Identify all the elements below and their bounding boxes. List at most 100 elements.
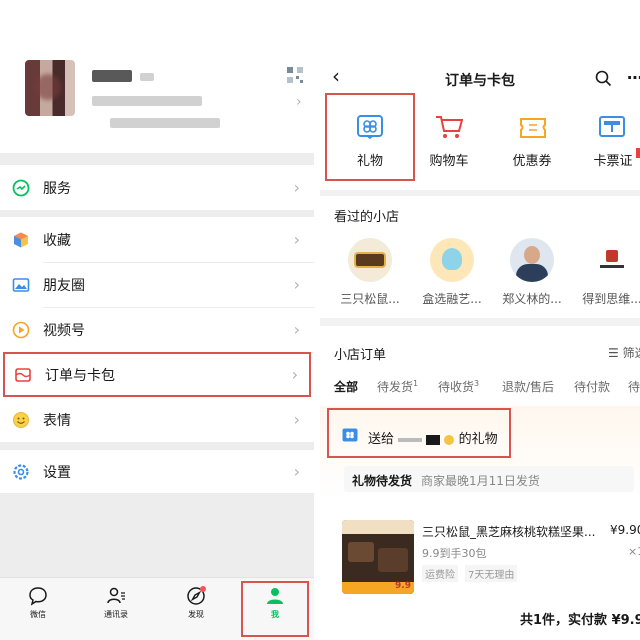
product-title[interactable]: 三只松鼠_黑芝麻核桃软糕坚果... bbox=[422, 523, 602, 540]
stickers-smile-icon bbox=[13, 411, 29, 428]
nickname-redacted-2 bbox=[140, 73, 154, 81]
notification-dot bbox=[636, 148, 640, 158]
order-tab-more[interactable]: 待 bbox=[628, 378, 640, 395]
menu-orders-cards[interactable]: 订单与卡包 › bbox=[3, 352, 311, 397]
menu-favorites[interactable]: 收藏 › bbox=[0, 217, 314, 262]
section-title: 小店订单 bbox=[334, 348, 387, 363]
bottom-tab-bar: 微信 通讯录 发现 我 bbox=[0, 577, 314, 640]
gift-send-prefix: 送给 bbox=[368, 432, 395, 447]
orders-cards-icon bbox=[15, 367, 31, 382]
contacts-icon bbox=[107, 587, 125, 604]
squirrel-logo-icon bbox=[354, 252, 386, 268]
tab-chats[interactable]: 微信 bbox=[8, 586, 68, 620]
menu-label: 设置 bbox=[43, 464, 71, 481]
shop-name: 得到思维... bbox=[582, 292, 640, 306]
header-section: ‹ 订单与卡包 ⋯ 礼物 购物车 优惠券 卡票证 bbox=[320, 0, 640, 190]
tag-shipping-insurance: 运费险 bbox=[422, 565, 458, 582]
tab-label: 我 bbox=[271, 610, 279, 619]
shop-logo bbox=[510, 238, 554, 282]
shop-item[interactable]: 郑义林的... bbox=[492, 238, 572, 307]
shop-name: 郑义林的... bbox=[502, 292, 562, 306]
chevron-right-icon: › bbox=[293, 320, 300, 339]
tab-me[interactable]: 我 bbox=[245, 586, 305, 620]
coupon-icon[interactable] bbox=[519, 116, 547, 142]
gift-icon[interactable] bbox=[356, 114, 384, 140]
orders-cards-page: ‹ 订单与卡包 ⋯ 礼物 购物车 优惠券 卡票证 看过的小店 三只松鼠... 盒… bbox=[320, 0, 640, 640]
settings-group: 设置 › bbox=[0, 450, 314, 493]
gift-label[interactable]: 礼物 bbox=[335, 150, 405, 169]
brand-logo-text bbox=[600, 265, 624, 268]
chevron-right-icon: › bbox=[293, 275, 300, 294]
channels-play-icon bbox=[12, 321, 30, 338]
order-tab-all[interactable]: 全部 bbox=[334, 378, 358, 395]
shop-item[interactable]: 三只松鼠... bbox=[330, 238, 410, 307]
menu-label: 服务 bbox=[43, 180, 71, 197]
menu-label: 表情 bbox=[43, 412, 71, 429]
recipient-redacted bbox=[398, 437, 423, 442]
menu-label: 视频号 bbox=[43, 322, 85, 339]
order-tab-to-pay[interactable]: 待付款 bbox=[574, 378, 610, 395]
service-group: 服务 › bbox=[0, 165, 314, 210]
shop-item[interactable]: 得到思维... bbox=[572, 238, 640, 307]
menu-moments[interactable]: 朋友圈 › bbox=[0, 262, 314, 307]
service-icon bbox=[12, 179, 30, 196]
settings-gear-icon bbox=[13, 463, 29, 480]
gift-status: 礼物待发货 bbox=[352, 474, 413, 488]
menu-settings[interactable]: 设置 › bbox=[0, 450, 314, 493]
tab-label: 微信 bbox=[30, 610, 46, 619]
ticket-card-icon[interactable] bbox=[598, 114, 626, 140]
menu-service[interactable]: 服务 › bbox=[0, 165, 314, 210]
wechat-id-redacted bbox=[92, 96, 202, 106]
product-price: ¥9.90 bbox=[610, 523, 640, 537]
nickname-redacted bbox=[92, 70, 132, 82]
recipient-redacted-2 bbox=[426, 434, 441, 445]
shop-name: 盒选融艺... bbox=[422, 292, 482, 306]
person-photo-body bbox=[516, 264, 548, 282]
emoji-icon bbox=[444, 434, 455, 445]
menu-label: 朋友圈 bbox=[43, 277, 85, 294]
profile-card[interactable]: › bbox=[0, 0, 314, 153]
shop-logo bbox=[430, 238, 474, 282]
me-page: › 服务 › 收藏 › 朋友圈 › 视频号 › 订单与卡包 › 表情 › 设置 … bbox=[0, 0, 314, 640]
moments-photo-icon bbox=[12, 277, 30, 292]
section-title: 看过的小店 bbox=[334, 210, 400, 225]
thumb-snack-1 bbox=[348, 542, 374, 562]
shop-name: 三只松鼠... bbox=[340, 292, 400, 306]
menu-channels[interactable]: 视频号 › bbox=[0, 307, 314, 352]
order-tab-refund[interactable]: 退款/售后 bbox=[502, 378, 554, 395]
cart-label[interactable]: 购物车 bbox=[414, 150, 484, 169]
chevron-right-icon: › bbox=[291, 365, 298, 384]
favorites-cube-icon bbox=[14, 232, 28, 247]
menu-label: 订单与卡包 bbox=[45, 367, 115, 384]
search-icon[interactable] bbox=[595, 70, 612, 87]
person-icon bbox=[267, 588, 283, 604]
person-photo-icon bbox=[524, 246, 540, 264]
chevron-right-icon: › bbox=[293, 410, 300, 429]
tag-7day-return: 7天无理由 bbox=[465, 565, 518, 582]
tab-label: 通讯录 bbox=[104, 610, 128, 619]
gift-send-suffix: 的礼物 bbox=[458, 432, 498, 447]
order-total: 共1件，实付款 ¥9.90 bbox=[520, 613, 640, 628]
coupon-label[interactable]: 优惠券 bbox=[497, 150, 567, 169]
avatar[interactable] bbox=[25, 60, 75, 116]
product-spec: 9.9到手30包 bbox=[422, 547, 487, 560]
qr-code-icon[interactable] bbox=[286, 66, 304, 84]
order-tab-to-receive[interactable]: 待收货3 bbox=[438, 378, 479, 395]
shop-item[interactable]: 盒选融艺... bbox=[412, 238, 492, 307]
shopping-cart-icon[interactable] bbox=[435, 114, 463, 140]
filter-button[interactable]: ☰ 筛选 bbox=[608, 344, 640, 361]
order-tab-to-ship[interactable]: 待发货1 bbox=[377, 378, 418, 395]
brand-logo-icon bbox=[606, 250, 618, 262]
more-icon[interactable]: ⋯ bbox=[627, 68, 640, 87]
ticket-label[interactable]: 卡票证 bbox=[578, 150, 640, 169]
chevron-right-icon: › bbox=[293, 178, 300, 197]
tab-contacts[interactable]: 通讯录 bbox=[86, 586, 146, 620]
product-thumbnail[interactable]: 9.9 bbox=[342, 520, 414, 594]
feature-group: 收藏 › 朋友圈 › 视频号 › 订单与卡包 › 表情 › bbox=[0, 217, 314, 442]
thumb-snack-2 bbox=[378, 548, 408, 572]
tab-discover[interactable]: 发现 bbox=[166, 586, 226, 620]
menu-stickers[interactable]: 表情 › bbox=[0, 397, 314, 442]
menu-label: 收藏 bbox=[43, 232, 71, 249]
gift-send-line[interactable]: 送给 的礼物 bbox=[368, 428, 498, 447]
chevron-right-icon: › bbox=[293, 230, 300, 249]
